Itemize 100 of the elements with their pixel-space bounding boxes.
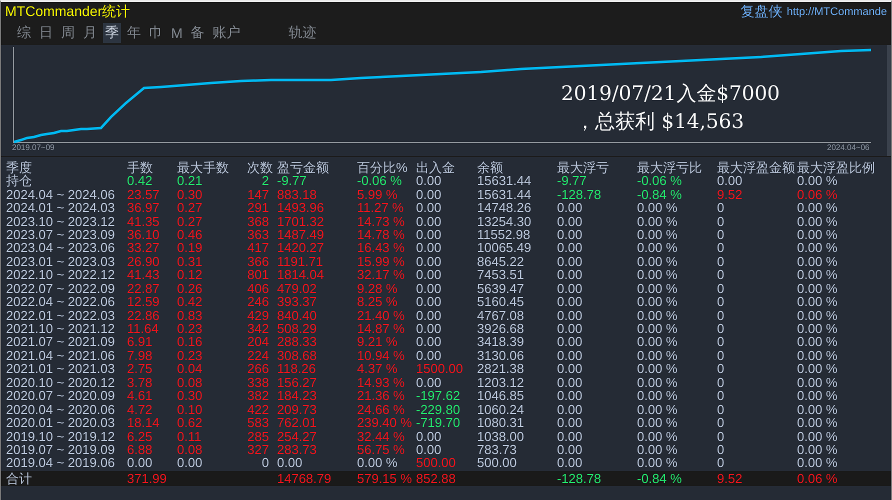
table-cell-text: 147 <box>247 188 270 201</box>
track-tab[interactable]: 轨迹 <box>286 23 319 43</box>
table-cell-text: 9.28 % <box>357 282 398 295</box>
table-cell-text: 479.02 <box>277 282 318 295</box>
table-cell-text: 0.00 % <box>797 376 838 389</box>
table-cell-text: 285 <box>247 430 270 443</box>
table-cell-text: 2821.38 <box>477 362 525 376</box>
table-cell-text: 32.17 % <box>357 268 406 282</box>
table-cell-text: 327 <box>247 442 270 456</box>
table-cell-text: 204 <box>247 335 270 348</box>
table-cell-text: 342 <box>247 322 270 336</box>
table-cell-text: 0 <box>717 456 726 470</box>
table-cell-text: 209.73 <box>277 402 318 416</box>
table-cell-text: 0.00 <box>557 201 584 214</box>
table-cell-text: 0 <box>717 442 726 456</box>
table-cell-text: 4.61 <box>127 389 154 402</box>
table-cell-text: 0.62 <box>177 416 204 430</box>
column-header: 出入金 <box>416 160 456 174</box>
table-cell-text: 0.00 % <box>637 254 678 268</box>
table-cell-text: 583 <box>247 416 270 430</box>
period-tab[interactable]: M <box>169 24 185 42</box>
website-link[interactable]: http://MTCommande <box>786 6 887 18</box>
table-cell-text: 801 <box>247 268 270 282</box>
table-cell-text: -9.77 <box>277 174 308 188</box>
table-cell-text: 0.00 <box>557 402 584 416</box>
table-cell-text: 0.42 <box>127 174 154 188</box>
table-cell-text: 14.78 % <box>357 228 406 241</box>
period-tab[interactable]: 年 <box>125 23 143 43</box>
table-cell-text: -128.78 <box>557 188 602 201</box>
period-label: 2022.04 ~ 2022.06 <box>6 295 116 308</box>
table-cell-text: -0.84 % <box>637 472 683 485</box>
table-cell-text: 0.04 <box>177 362 204 376</box>
table-cell-text: 0.46 <box>177 228 204 241</box>
table-cell-text: 184.23 <box>277 389 318 402</box>
table-cell-text: 0.00 % <box>637 456 678 470</box>
table-cell-text: 0.00 <box>416 442 442 456</box>
table-cell-text: 762.01 <box>277 416 318 430</box>
table-cell-text: 0 <box>717 376 726 389</box>
table-cell-text: 0.00 <box>416 214 442 228</box>
table-cell-text: 371.99 <box>127 472 168 485</box>
table-cell-text: 41.35 <box>127 214 161 228</box>
period-tab[interactable]: 月 <box>81 23 99 43</box>
table-cell-text: 4.72 <box>127 402 154 416</box>
table-cell-text: 15631.44 <box>477 188 532 201</box>
table-cell-text: 0.00 % <box>637 416 678 430</box>
table-cell-text: 417 <box>247 241 270 254</box>
table-cell-text: 1500.00 <box>416 362 464 376</box>
table-cell-text: 56.75 % <box>357 442 406 456</box>
table-cell-text: 0.00 % <box>637 442 678 456</box>
table-cell-text: 500.00 <box>477 456 518 470</box>
table-cell-text: 10065.49 <box>477 241 532 254</box>
table-cell-text: 0.00 % <box>357 456 398 470</box>
table-cell-text: -9.77 <box>557 174 587 188</box>
table-cell-text: 0.00 % <box>637 322 678 336</box>
table-cell-text: 23.57 <box>127 188 161 201</box>
period-tab[interactable]: 季 <box>103 23 121 43</box>
table-cell-text: 0.00 % <box>797 241 838 254</box>
table-cell-text: 0.00 <box>557 430 584 443</box>
table-cell-text: 0.00 % <box>637 295 678 308</box>
period-label: 2020.10 ~ 2020.12 <box>6 376 116 389</box>
table-cell-text: 0.00 <box>127 456 154 470</box>
table-cell-text: 15.99 % <box>357 254 406 268</box>
table-cell-text: 0.00 <box>416 188 442 201</box>
table-cell-text: 224 <box>247 348 270 362</box>
period-tab[interactable]: 巾 <box>147 23 165 43</box>
table-cell-text: 0.00 <box>557 322 584 336</box>
table-cell-text: -0.06 % <box>637 174 682 188</box>
table-cell-text: 10.94 % <box>357 348 406 362</box>
period-label: 2021.01 ~ 2021.03 <box>6 362 116 376</box>
period-tab[interactable]: 综 <box>15 23 33 43</box>
table-cell-text: 0 <box>717 214 726 228</box>
period-tab[interactable]: 日 <box>37 23 55 43</box>
table-cell-text: 0.30 <box>177 389 204 402</box>
table-cell-text: 0.27 <box>177 201 204 214</box>
table-cell-text: 0.00 <box>416 201 442 214</box>
period-label: 2020.07 ~ 2020.09 <box>6 389 116 402</box>
column-header: 最大浮亏比 <box>637 160 703 174</box>
period-tab[interactable]: 账户 <box>210 23 243 43</box>
period-label: 2021.04 ~ 2021.06 <box>6 348 116 362</box>
table-cell-text: 0.00 <box>557 376 584 389</box>
table-cell-text: 0 <box>717 362 726 376</box>
table-cell-text: 0 <box>717 389 726 402</box>
table-cell-text: 6.25 <box>127 430 154 443</box>
column-header: 余额 <box>477 160 504 174</box>
table-cell-text: 0.00 % <box>797 456 838 470</box>
table-cell-text: 41.43 <box>127 268 161 282</box>
table-cell-text: 0.00 % <box>637 402 678 416</box>
period-tab[interactable]: 周 <box>59 23 77 43</box>
period-tab[interactable]: 备 <box>188 23 207 43</box>
column-header: 最大浮亏 <box>557 160 610 174</box>
table-cell-text: 9.52 <box>717 472 744 485</box>
table-cell-text: 0.00 % <box>797 348 838 362</box>
table-cell-text: 4767.08 <box>477 308 525 322</box>
period-label: 2021.10 ~ 2021.12 <box>6 322 116 336</box>
table-cell-text: 14.73 % <box>357 214 406 228</box>
table-cell-text: 0.00 % <box>637 376 678 389</box>
table-cell-text: 291 <box>247 201 270 214</box>
table-cell-text: 500.00 <box>416 456 457 470</box>
table-cell-text: 18.14 <box>127 416 161 430</box>
period-label: 2023.10 ~ 2023.12 <box>6 214 116 228</box>
